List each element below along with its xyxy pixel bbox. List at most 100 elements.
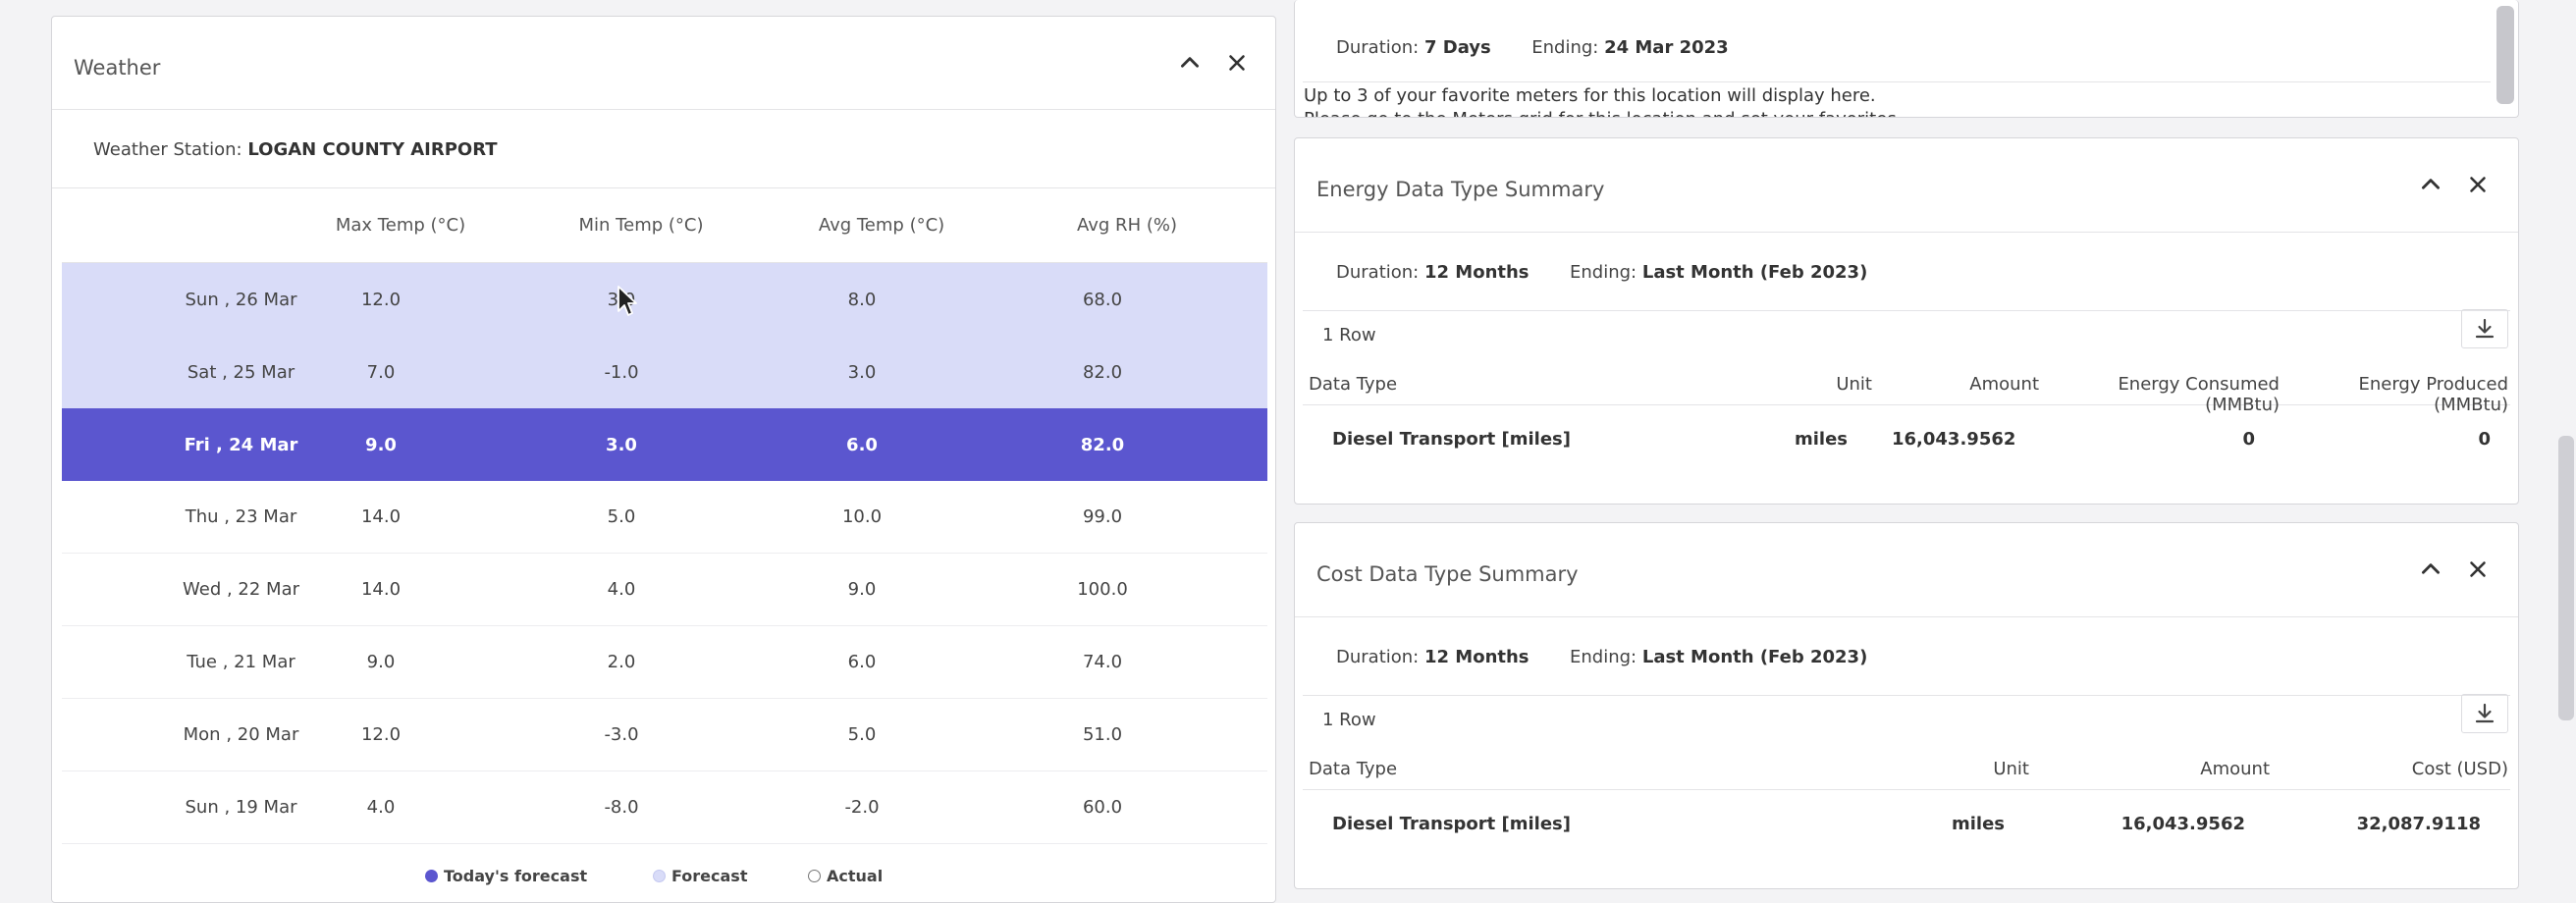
- cell-avg-temp: 6.0: [847, 652, 877, 672]
- weather-panel-title: Weather: [74, 56, 161, 80]
- legend-today: Today's forecast: [425, 867, 587, 885]
- table-row[interactable]: Diesel Transport [miles] miles 16,043.95…: [1303, 814, 2510, 853]
- cell-min-temp: 5.0: [607, 506, 636, 527]
- meters-message-line2: Please go to the Meters grid for this lo…: [1304, 108, 1902, 117]
- collapse-chevron-up-icon[interactable]: [1177, 50, 1203, 76]
- collapse-chevron-up-icon[interactable]: [2418, 557, 2443, 582]
- cell-avg-rh: 74.0: [1082, 652, 1123, 672]
- weather-station-label: Weather Station:: [93, 139, 242, 160]
- cell-avg-rh: 82.0: [1082, 361, 1123, 383]
- cost-row-count: 1 Row: [1322, 710, 1376, 730]
- cell-max-temp: 12.0: [360, 724, 402, 745]
- energy-duration-value: 12 Months: [1423, 262, 1530, 283]
- cost-cell-unit: miles: [1951, 814, 2005, 834]
- energy-duration-label: Duration:: [1336, 262, 1420, 283]
- energy-table-header: Data Type Unit Amount Energy Consumed (M…: [1303, 374, 2510, 415]
- cost-ending-label: Ending:: [1570, 647, 1637, 667]
- close-icon[interactable]: [2465, 172, 2491, 197]
- cell-avg-rh: 99.0: [1082, 506, 1123, 527]
- legend-forecast-label: Forecast: [671, 867, 748, 885]
- cost-col-cost: Cost (USD): [2411, 759, 2508, 779]
- table-row: Sun , 19 Mar 4.0 -8.0 -2.0 60.0: [62, 771, 1267, 844]
- cell-max-temp: 12.0: [360, 289, 402, 310]
- cost-panel-header: Cost Data Type Summary: [1295, 523, 2518, 617]
- weather-panel: Weather Weather Station: LOGAN COUNTY AI…: [51, 16, 1276, 903]
- energy-cell-consumed: 0: [2242, 429, 2255, 450]
- energy-col-produced: Energy Produced (MMBtu): [2358, 374, 2508, 415]
- cost-cell-cost: 32,087.9118: [2356, 814, 2481, 834]
- cell-avg-temp: 8.0: [847, 289, 877, 310]
- page-scrollbar-thumb[interactable]: [2558, 436, 2574, 720]
- close-icon[interactable]: [2465, 557, 2491, 582]
- table-row: Thu , 23 Mar 14.0 5.0 10.0 99.0: [62, 481, 1267, 554]
- cell-avg-temp: 5.0: [847, 724, 877, 745]
- cost-duration-value: 12 Months: [1423, 647, 1530, 667]
- cost-cell-data-type: Diesel Transport [miles]: [1332, 814, 1571, 834]
- forecast-dot-icon: [653, 870, 666, 882]
- cell-min-temp: 3.0: [606, 434, 637, 455]
- energy-ending-label: Ending:: [1570, 262, 1637, 283]
- meters-scrollbar-thumb[interactable]: [2496, 6, 2514, 104]
- energy-ending-value: Last Month (Feb 2023): [1641, 262, 1868, 283]
- cell-avg-temp: 3.0: [847, 361, 877, 383]
- energy-cell-unit: miles: [1794, 429, 1848, 450]
- energy-col-unit: Unit: [1836, 374, 1872, 395]
- meters-message-line1: Up to 3 of your favorite meters for this…: [1304, 85, 1876, 106]
- legend-actual-label: Actual: [827, 867, 884, 885]
- cell-avg-rh: 51.0: [1082, 724, 1123, 745]
- download-icon[interactable]: [2461, 694, 2508, 733]
- cost-duration-label: Duration:: [1336, 647, 1420, 667]
- col-header-avg-temp: Avg Temp (°C): [818, 215, 945, 236]
- weather-table: Max Temp (°C) Min Temp (°C) Avg Temp (°C…: [62, 188, 1267, 856]
- cost-panel-title: Cost Data Type Summary: [1316, 562, 1579, 586]
- cell-avg-rh: 82.0: [1080, 434, 1125, 455]
- energy-panel-actions: [2418, 172, 2491, 197]
- table-row: Sun , 26 Mar12.03.08.068.0: [62, 263, 1267, 336]
- favorite-meters-panel: Duration: 7 Days Ending: 24 Mar 2023 Up …: [1294, 0, 2519, 118]
- actual-dot-icon: [808, 870, 821, 882]
- cost-col-amount: Amount: [2200, 759, 2270, 779]
- energy-cell-data-type: Diesel Transport [miles]: [1332, 429, 1571, 450]
- table-row: Tue , 21 Mar 9.0 2.0 6.0 74.0: [62, 626, 1267, 699]
- today-forecast-dot-icon: [425, 870, 438, 882]
- energy-col-amount: Amount: [1969, 374, 2039, 395]
- cost-table-header: Data Type Unit Amount Cost (USD): [1303, 759, 2510, 790]
- col-header-min-temp: Min Temp (°C): [578, 215, 704, 236]
- cost-col-data-type: Data Type: [1309, 759, 1398, 779]
- close-icon[interactable]: [1224, 50, 1250, 76]
- collapse-chevron-up-icon[interactable]: [2418, 172, 2443, 197]
- cell-avg-temp: 9.0: [847, 579, 877, 600]
- legend-actual: Actual: [808, 867, 883, 885]
- weather-panel-header: Weather: [52, 17, 1275, 110]
- cell-min-temp: 4.0: [607, 579, 636, 600]
- cell-avg-temp: 6.0: [846, 434, 878, 455]
- energy-col-consumed: Energy Consumed (MMBtu): [2118, 374, 2280, 415]
- energy-duration-row: Duration: 12 Months Ending: Last Month (…: [1303, 233, 2510, 311]
- table-row: Fri , 24 Mar 9.0 3.0 6.0 82.0: [62, 408, 1267, 481]
- energy-col-data-type: Data Type: [1309, 374, 1398, 395]
- cost-ending-value: Last Month (Feb 2023): [1641, 647, 1868, 667]
- cell-avg-rh: 60.0: [1082, 797, 1123, 818]
- mouse-cursor-icon: [617, 286, 637, 316]
- cell-min-temp: -3.0: [604, 724, 639, 745]
- cell-min-temp: 2.0: [607, 652, 636, 672]
- meters-duration-value: 7 Days: [1423, 37, 1491, 58]
- energy-row-count: 1 Row: [1322, 325, 1376, 345]
- table-row: Sat , 25 Mar 7.0 -1.0 3.0 82.0: [62, 336, 1267, 408]
- table-row[interactable]: Diesel Transport [miles] miles 16,043.95…: [1303, 429, 2510, 468]
- energy-cell-amount: 16,043.9562: [1892, 429, 2016, 450]
- cell-max-temp: 9.0: [366, 652, 396, 672]
- cost-cell-amount: 16,043.9562: [2120, 814, 2245, 834]
- download-icon[interactable]: [2461, 309, 2508, 348]
- cost-duration-row: Duration: 12 Months Ending: Last Month (…: [1303, 617, 2510, 696]
- weather-panel-actions: [1177, 50, 1250, 76]
- table-row: Wed , 22 Mar 14.0 4.0 9.0 100.0: [62, 554, 1267, 626]
- legend-forecast: Forecast: [653, 867, 747, 885]
- legend-today-label: Today's forecast: [444, 867, 588, 885]
- energy-panel-title: Energy Data Type Summary: [1316, 178, 1605, 201]
- energy-panel-header: Energy Data Type Summary: [1295, 138, 2518, 233]
- cost-summary-panel: Cost Data Type Summary Duration: 12 Mont…: [1294, 522, 2519, 889]
- cost-panel-actions: [2418, 557, 2491, 582]
- cell-max-temp: 14.0: [360, 506, 402, 527]
- cell-avg-rh: 100.0: [1077, 579, 1128, 600]
